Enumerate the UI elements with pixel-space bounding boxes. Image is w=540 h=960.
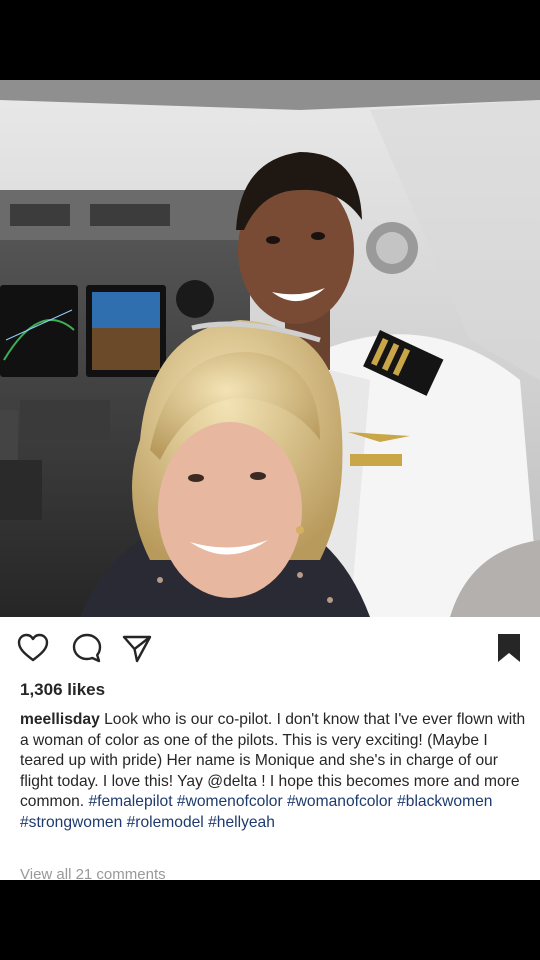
post-caption: meellisday Look who is our co-pilot. I d…	[20, 710, 526, 834]
caption-username[interactable]: meellisday	[20, 711, 100, 728]
cockpit-selfie-image	[0, 80, 540, 617]
hashtag[interactable]: #rolemodel	[127, 814, 204, 831]
like-count[interactable]: 1,306 likes	[20, 680, 105, 700]
hashtag[interactable]: #strongwomen	[20, 814, 122, 831]
mention-delta[interactable]: @delta	[207, 773, 257, 790]
comment-bubble-icon[interactable]	[70, 631, 104, 665]
bookmark-icon[interactable]	[492, 631, 526, 665]
heart-icon[interactable]	[16, 631, 50, 665]
post-photo[interactable]	[0, 80, 540, 617]
instagram-post: 1,306 likes meellisday Look who is our c…	[0, 80, 540, 880]
post-action-bar	[0, 617, 540, 677]
screenshot-frame: 1,306 likes meellisday Look who is our c…	[0, 0, 540, 960]
hashtag[interactable]: #femalepilot	[88, 793, 172, 810]
paper-plane-icon[interactable]	[120, 631, 154, 665]
hashtag[interactable]: #blackwomen	[397, 793, 492, 810]
hashtag[interactable]: #hellyeah	[208, 814, 275, 831]
hashtag[interactable]: #womanofcolor	[287, 793, 393, 810]
view-all-comments-link[interactable]: View all 21 comments	[20, 866, 166, 880]
hashtag[interactable]: #womenofcolor	[177, 793, 283, 810]
